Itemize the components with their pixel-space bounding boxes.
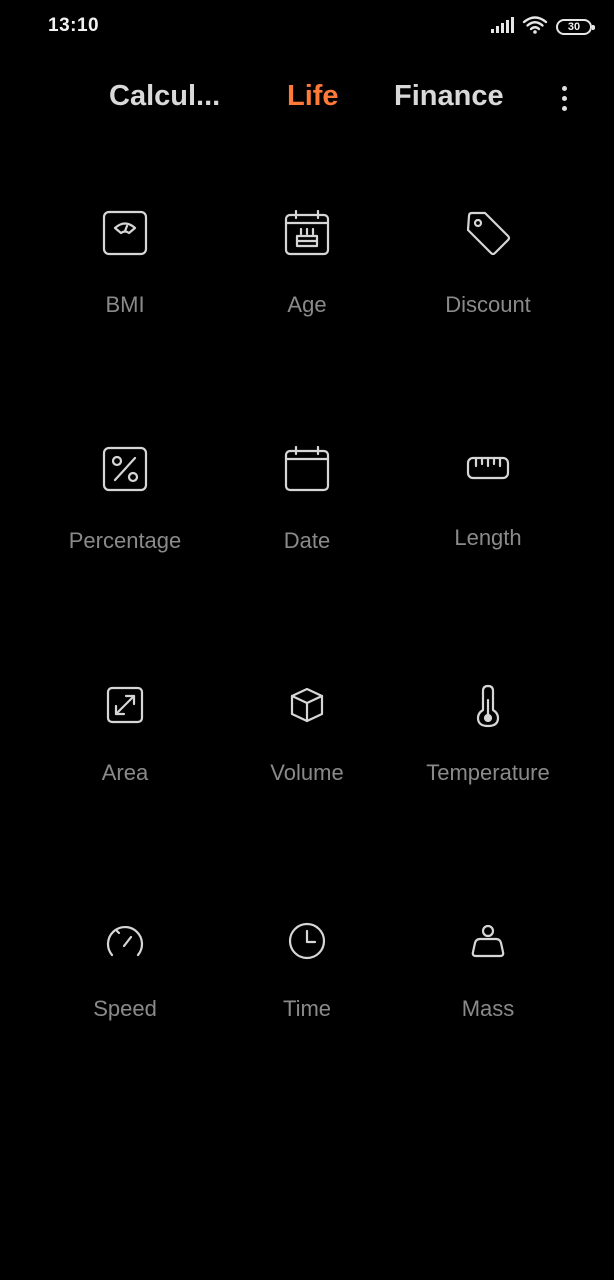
tool-area[interactable]: Area — [35, 672, 215, 832]
scale-icon — [102, 210, 148, 256]
tool-age[interactable]: Age — [217, 200, 397, 360]
tool-label: Mass — [461, 996, 515, 1021]
tool-label: Speed — [93, 996, 157, 1021]
expand-arrows-icon — [102, 682, 148, 728]
calendar-icon — [284, 446, 330, 492]
tool-label: Volume — [270, 760, 344, 785]
tool-temperature[interactable]: Temperature — [398, 672, 578, 832]
tool-label: Date — [283, 528, 331, 553]
thermometer-icon — [465, 682, 511, 728]
birthday-cake-calendar-icon — [284, 210, 330, 256]
percent-icon — [102, 446, 148, 492]
tool-volume[interactable]: Volume — [217, 672, 397, 832]
tool-speed[interactable]: Speed — [35, 908, 215, 1068]
clock-icon — [284, 918, 330, 964]
ruler-icon — [465, 446, 511, 492]
tool-label: Length — [454, 525, 522, 550]
tool-bmi[interactable]: BMI — [35, 200, 215, 360]
speedometer-icon — [102, 918, 148, 964]
tool-label: Percentage — [68, 528, 182, 553]
tool-date[interactable]: Date — [217, 436, 397, 596]
cube-icon — [284, 682, 330, 728]
tool-grid: BMI Age Discount Percentage Date Length … — [0, 0, 614, 1280]
tool-label: Area — [101, 760, 149, 785]
tool-label: Temperature — [426, 760, 550, 785]
tool-label: BMI — [105, 292, 145, 317]
tool-label: Time — [282, 996, 332, 1021]
tool-label: Discount — [445, 292, 531, 317]
tool-time[interactable]: Time — [217, 908, 397, 1068]
tool-length[interactable]: Length — [398, 436, 578, 596]
weight-icon — [465, 918, 511, 964]
tool-mass[interactable]: Mass — [398, 908, 578, 1068]
tool-label: Age — [287, 292, 327, 317]
price-tag-icon — [465, 210, 511, 256]
tool-percentage[interactable]: Percentage — [35, 436, 215, 596]
tool-discount[interactable]: Discount — [398, 200, 578, 360]
